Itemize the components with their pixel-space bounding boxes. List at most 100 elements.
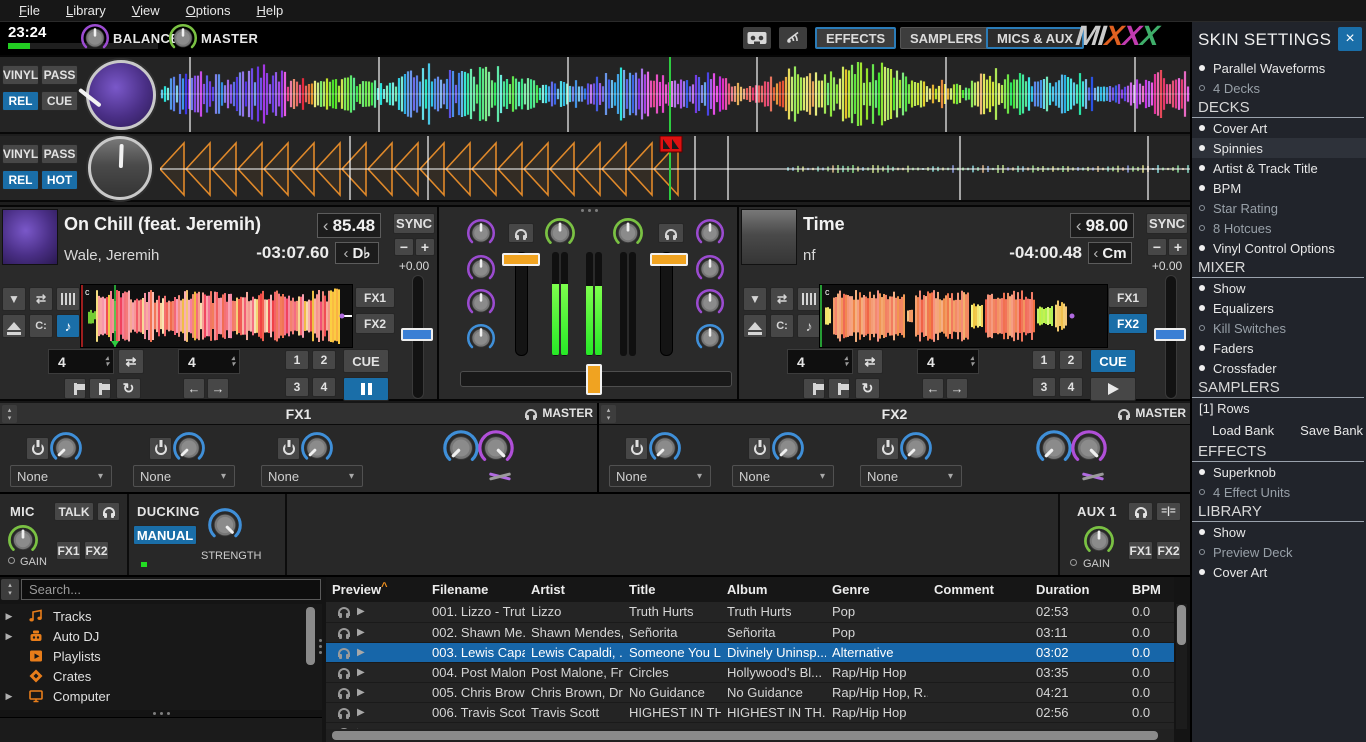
deck1-eq-gain-knob[interactable]: [466, 218, 496, 248]
column-header-title[interactable]: Title: [623, 577, 721, 602]
skin-option-parallel-waveforms[interactable]: Parallel Waveforms: [1192, 58, 1366, 78]
sidebar-item-crates[interactable]: Crates: [0, 666, 322, 686]
deck1-eject-button[interactable]: [2, 314, 26, 338]
aux1-gain-knob[interactable]: [1083, 525, 1115, 557]
fx2-slot1-meta-knob[interactable]: [648, 431, 682, 465]
skin-option-artist-track-title[interactable]: Artist & Track Title: [1192, 158, 1366, 178]
deck2-cover-art[interactable]: [741, 209, 797, 265]
deck2-beatgrid-button[interactable]: [797, 287, 821, 311]
deck2-cue-mode-button[interactable]: C:: [770, 314, 794, 338]
deck1-beatgrid-button[interactable]: [56, 287, 80, 311]
fx-master-label[interactable]: MASTER: [1135, 406, 1186, 420]
preview-cell[interactable]: ▶: [326, 642, 426, 662]
deck2-overview-waveform[interactable]: c: [819, 284, 1108, 348]
headphone-icon[interactable]: [338, 688, 350, 697]
deck1-play-button[interactable]: [343, 377, 389, 401]
skin-option-show[interactable]: Show: [1192, 522, 1366, 542]
deck2-pitch-down-button[interactable]: −: [1147, 238, 1167, 256]
deck2-eq-mid-knob[interactable]: [695, 288, 725, 318]
deck1-key-display[interactable]: ‹D♭: [335, 242, 379, 264]
fx1-slot1-meta-knob[interactable]: [49, 431, 83, 465]
fx1-slot2-effect-selector[interactable]: None▾: [133, 465, 235, 487]
deck1-eq-low-knob[interactable]: [466, 323, 496, 353]
mics-aux-toggle-button[interactable]: MICS & AUX: [986, 27, 1084, 49]
table-row[interactable]: ▶005. Chris Brow...Chris Brown, Dr...No …: [326, 682, 1174, 702]
deck2-eject-button[interactable]: [743, 314, 767, 338]
sidebar-item-playlists[interactable]: Playlists: [0, 646, 322, 666]
close-icon[interactable]: ×: [1338, 27, 1362, 51]
menu-options[interactable]: Options: [175, 1, 242, 20]
column-header-bpm[interactable]: BPM: [1126, 577, 1174, 602]
master-knob[interactable]: [168, 23, 198, 53]
deck1-gain-knob[interactable]: [544, 217, 576, 249]
deck2-repeat-button[interactable]: ⇄: [770, 287, 794, 311]
deck2-pitch-up-button[interactable]: +: [1168, 238, 1188, 256]
expand-arrow-icon[interactable]: ▶: [0, 691, 18, 702]
fx-master-label[interactable]: MASTER: [542, 406, 593, 420]
deck2-fx2-assign-button[interactable]: FX2: [1108, 313, 1148, 334]
deck1-loop-size-spinbox[interactable]: 4▴▾: [48, 349, 114, 374]
menu-view[interactable]: View: [121, 1, 171, 20]
skin-option-preview-deck[interactable]: Preview Deck: [1192, 542, 1366, 562]
deck2-volume-fader-handle[interactable]: [650, 253, 688, 266]
mixer-splitter-handle[interactable]: [574, 208, 604, 213]
skin-option-vinyl-control-options[interactable]: Vinyl Control Options: [1192, 238, 1366, 258]
preview-cell[interactable]: ▶: [326, 622, 426, 642]
skin-option-bpm[interactable]: BPM: [1192, 178, 1366, 198]
headphone-icon[interactable]: [338, 668, 350, 677]
headphone-icon[interactable]: [338, 648, 350, 657]
table-row-partial[interactable]: ▶: [326, 722, 1174, 729]
deck2-hotcue-2-button[interactable]: 2: [1059, 350, 1083, 370]
deck1-sync-button[interactable]: SYNC: [393, 213, 435, 234]
deck1-cue-mode-button[interactable]: C:: [29, 314, 53, 338]
deck1-beatjump-forward-button[interactable]: →: [207, 378, 229, 399]
table-horizontal-scrollbar[interactable]: [326, 729, 1174, 742]
library-splitter-handle[interactable]: [319, 639, 322, 654]
deck2-hotcue-3-button[interactable]: 3: [1032, 377, 1056, 397]
column-header-comment[interactable]: Comment: [928, 577, 1030, 602]
deck2-reloop-button[interactable]: ↻: [855, 378, 880, 399]
table-row[interactable]: ▶004. Post Malon...Post Malone, Fr...Cir…: [326, 662, 1174, 682]
headphone-icon[interactable]: [338, 708, 350, 717]
skin-option-spinnies[interactable]: Spinnies: [1192, 138, 1366, 158]
deck1-overview-waveform[interactable]: c: [80, 284, 353, 348]
deck1-hotcue-3-button[interactable]: 3: [285, 377, 309, 397]
aux1-routing-button[interactable]: =|=: [1156, 502, 1181, 521]
sidebar-item-computer[interactable]: ▶Computer: [0, 686, 322, 706]
deck1-repeat-button[interactable]: ⇄: [29, 287, 53, 311]
deck1-loop-out-button[interactable]: [89, 378, 111, 399]
fx2-crossfader-assign-icon[interactable]: [1082, 469, 1104, 483]
save-bank-button[interactable]: Save Bank: [1300, 423, 1363, 438]
deck1-pitch-up-button[interactable]: +: [415, 238, 435, 256]
deck2-keylock-button[interactable]: ♪: [797, 314, 821, 338]
deck2-loop-size-spinbox[interactable]: 4▴▾: [787, 349, 853, 374]
skin-option-crossfader[interactable]: Crossfader: [1192, 358, 1366, 378]
deck2-gain-knob[interactable]: [612, 217, 644, 249]
table-row[interactable]: ▶002. Shawn Me...Shawn Mendes,...Señorit…: [326, 622, 1174, 642]
fx1-slot2-enable-button[interactable]: [149, 437, 172, 460]
skin-option-equalizers[interactable]: Equalizers: [1192, 298, 1366, 318]
fx2-slot3-meta-knob[interactable]: [899, 431, 933, 465]
headphone-icon[interactable]: [338, 607, 350, 616]
skin-option--1-rows[interactable]: [1] Rows: [1192, 398, 1366, 418]
deck2-bpm-display[interactable]: ‹98.00: [1070, 213, 1134, 238]
deck1-headphone-cue-button[interactable]: [508, 223, 534, 243]
deck1-bpm-display[interactable]: ‹85.48: [317, 213, 381, 238]
column-header-artist[interactable]: Artist: [525, 577, 623, 602]
column-header-album[interactable]: Album: [721, 577, 826, 602]
fx2-slot1-enable-button[interactable]: [625, 437, 648, 460]
table-row[interactable]: ▶003. Lewis Capa...Lewis Capaldi, ...Som…: [326, 642, 1174, 662]
deck1-beatjump-size-spinbox[interactable]: 4▴▾: [178, 349, 240, 374]
tree-scrollbar[interactable]: [306, 607, 315, 665]
deck1-fx1-assign-button[interactable]: FX1: [355, 287, 395, 308]
skin-option-show[interactable]: Show: [1192, 278, 1366, 298]
deck1-vinyl-pass-button[interactable]: PASS: [41, 65, 78, 85]
sidebar-item-auto-dj[interactable]: ▶Auto DJ: [0, 626, 322, 646]
deck2-vinyl-hot-button[interactable]: HOT: [41, 170, 78, 190]
column-header-filename[interactable]: Filename: [426, 577, 525, 602]
load-bank-button[interactable]: Load Bank: [1212, 423, 1274, 438]
library-collapse-button[interactable]: ▴▾: [1, 579, 19, 600]
mic-gain-knob[interactable]: [7, 524, 39, 556]
skin-option-4-effect-units[interactable]: 4 Effect Units: [1192, 482, 1366, 502]
fx2-slot2-meta-knob[interactable]: [771, 431, 805, 465]
